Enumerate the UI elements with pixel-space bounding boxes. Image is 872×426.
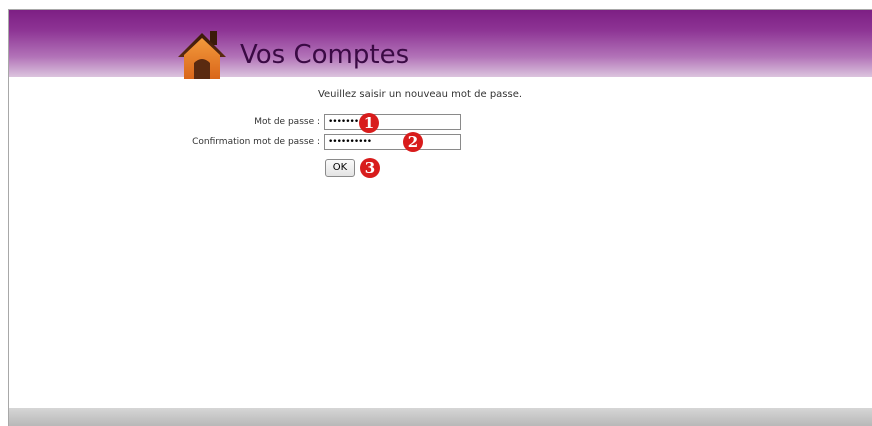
top-border <box>0 0 872 9</box>
house-icon <box>178 31 226 79</box>
step-marker-3: 3 <box>360 158 380 178</box>
password-label: Mot de passe : <box>254 117 320 127</box>
step-marker-2: 2 <box>403 132 423 152</box>
app-title: Vos Comptes <box>240 40 410 70</box>
step-marker-1: 1 <box>359 113 379 133</box>
instruction-text: Veuillez saisir un nouveau mot de passe. <box>317 89 523 100</box>
password-input[interactable]: •••••••••• <box>324 114 461 130</box>
confirm-password-input[interactable]: •••••••••• <box>324 134 461 150</box>
confirm-password-label: Confirmation mot de passe : <box>192 137 320 147</box>
header-banner <box>9 10 872 77</box>
footer-bar <box>9 408 872 426</box>
ok-button[interactable]: OK <box>325 159 355 177</box>
